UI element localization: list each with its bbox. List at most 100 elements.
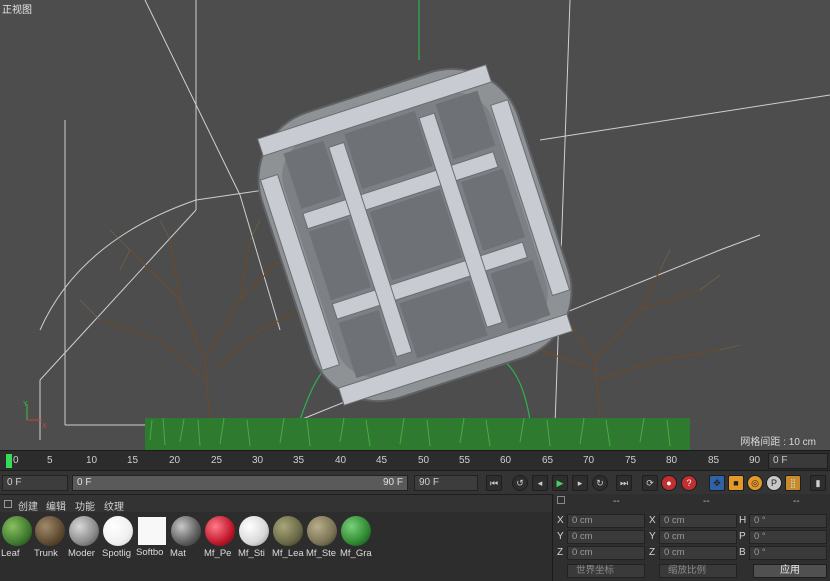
material-preview xyxy=(341,516,371,546)
first-frame-button[interactable]: ⏮ xyxy=(486,475,502,491)
material-item[interactable]: Mf_Sti xyxy=(238,516,270,559)
play-button[interactable]: ▶ xyxy=(552,475,568,491)
tick-label: 70 xyxy=(583,455,595,466)
prev-key-button[interactable]: ↺ xyxy=(512,475,528,491)
tick-label: 45 xyxy=(376,455,388,466)
tick-label: 40 xyxy=(335,455,347,466)
rot-b-label: B xyxy=(739,547,746,558)
material-item[interactable]: Softbo xyxy=(136,516,168,558)
material-item[interactable]: Mf_Lea xyxy=(272,516,304,559)
material-item[interactable]: Leaf xyxy=(1,516,33,559)
material-name: Mf_Gra xyxy=(340,548,372,559)
coords-header-position: -- xyxy=(613,496,620,507)
pos-x-label: X xyxy=(557,515,564,526)
panel-toggle-icon[interactable] xyxy=(4,500,12,508)
rot-p-field[interactable]: 0 ° xyxy=(749,530,827,544)
size-z-field[interactable]: 0 cm xyxy=(659,546,737,560)
material-list: Leaf Trunk Moder Spotlig Softbo Mat Mf_P… xyxy=(0,512,552,581)
next-key-button[interactable]: ↻ xyxy=(592,475,608,491)
grid-spacing-label: 网格间距 : 10 cm xyxy=(740,437,816,448)
pos-z-field[interactable]: 0 cm xyxy=(567,546,645,560)
playhead[interactable] xyxy=(6,454,12,468)
scale-mode-select[interactable]: 缩放比例 xyxy=(659,564,737,578)
axis-gizmo: Y X xyxy=(23,401,47,430)
material-item[interactable]: Mat xyxy=(170,516,202,559)
material-item[interactable]: Spotlig xyxy=(102,516,134,559)
next-frame-button[interactable]: ▸ xyxy=(572,475,588,491)
start-frame-field[interactable]: 0 F xyxy=(2,475,68,491)
material-item[interactable]: Mf_Gra xyxy=(340,516,372,559)
tick-label: 65 xyxy=(542,455,554,466)
tick-label: 35 xyxy=(293,455,305,466)
rot-h-field[interactable]: 0 ° xyxy=(749,514,827,528)
rot-p-label: P xyxy=(739,531,746,542)
menu-create[interactable]: 创建 xyxy=(18,498,38,513)
size-y-label: Y xyxy=(649,531,656,542)
rotate-tool-icon[interactable]: ◎ xyxy=(747,475,763,491)
tick-label: 0 xyxy=(13,455,19,466)
more-options-icon[interactable]: ▮ xyxy=(810,475,826,491)
size-x-field[interactable]: 0 cm xyxy=(659,514,737,528)
tick-label: 10 xyxy=(86,455,98,466)
material-item[interactable]: Mf_Ste xyxy=(306,516,338,559)
point-level-icon[interactable]: ⣿ xyxy=(785,475,801,491)
transport-bar: 0 F 0 F 90 F 90 F ⏮ ↺ ◂ ▶ ▸ ↻ ⏭ ⟳ ● ? ✥ … xyxy=(0,470,830,494)
tick-label: 25 xyxy=(211,455,223,466)
material-item[interactable]: Mf_Pe xyxy=(204,516,236,559)
tick-label: 85 xyxy=(708,455,720,466)
tick-label: 80 xyxy=(666,455,678,466)
menu-texture[interactable]: 纹理 xyxy=(104,498,124,513)
tick-label: 50 xyxy=(418,455,430,466)
material-name: Mf_Ste xyxy=(306,548,337,559)
timeline-ruler[interactable]: 0 5 10 15 20 25 30 35 40 45 50 55 60 65 … xyxy=(0,450,830,470)
coordinate-mode-select[interactable]: 世界坐标 xyxy=(567,564,645,578)
coords-toggle-icon[interactable] xyxy=(557,496,565,504)
record-button[interactable]: ● xyxy=(661,475,677,491)
material-item[interactable]: Moder xyxy=(68,516,100,559)
param-icon[interactable]: P xyxy=(766,475,782,491)
coordinates-panel: -- -- -- X 0 cm Y 0 cm Z 0 cm X 0 cm Y 0… xyxy=(552,494,830,581)
rot-b-field[interactable]: 0 ° xyxy=(749,546,827,560)
size-z-label: Z xyxy=(649,547,656,558)
tick-label: 75 xyxy=(625,455,637,466)
last-frame-button[interactable]: ⏭ xyxy=(616,475,632,491)
viewport-title[interactable]: 正视图 xyxy=(2,1,32,16)
loop-icon[interactable]: ⟳ xyxy=(642,475,658,491)
editor-viewport[interactable]: Y X 正视图 网格间距 : 10 cm xyxy=(0,0,830,450)
material-preview xyxy=(103,516,133,546)
size-y-field[interactable]: 0 cm xyxy=(659,530,737,544)
move-tool-icon[interactable]: ✥ xyxy=(709,475,725,491)
material-name: Leaf xyxy=(1,548,20,559)
material-name: Mat xyxy=(170,548,186,559)
tick-label: 90 xyxy=(749,455,761,466)
frame-range-slider[interactable]: 0 F 90 F xyxy=(72,475,408,491)
material-name: Softbo xyxy=(136,547,164,558)
material-name: Mf_Lea xyxy=(272,548,304,559)
tick-label: 60 xyxy=(500,455,512,466)
viewport-scene: Y X xyxy=(23,0,830,450)
pos-y-field[interactable]: 0 cm xyxy=(567,530,645,544)
material-preview xyxy=(239,516,269,546)
current-frame-field[interactable]: 0 F xyxy=(768,453,828,469)
menu-edit[interactable]: 编辑 xyxy=(46,498,66,513)
material-item[interactable]: Trunk xyxy=(34,516,66,559)
material-preview xyxy=(205,516,235,546)
slider-start-label: 0 F xyxy=(77,477,92,488)
prev-frame-button[interactable]: ◂ xyxy=(532,475,548,491)
apply-button[interactable]: 应用 xyxy=(753,564,827,578)
material-preview xyxy=(35,516,65,546)
menu-function[interactable]: 功能 xyxy=(75,498,95,513)
tick-label: 30 xyxy=(252,455,264,466)
material-manager-menu: 创建 编辑 功能 纹理 xyxy=(0,494,552,513)
material-preview xyxy=(2,516,32,546)
end-frame-field[interactable]: 90 F xyxy=(414,475,478,491)
material-preview xyxy=(171,516,201,546)
slider-end-label: 90 F xyxy=(382,477,403,488)
rot-h-label: H xyxy=(739,515,747,526)
tick-label: 15 xyxy=(127,455,139,466)
material-name: Mf_Pe xyxy=(204,548,232,559)
pos-x-field[interactable]: 0 cm xyxy=(567,514,645,528)
scale-tool-icon[interactable]: ■ xyxy=(728,475,744,491)
auto-key-button[interactable]: ? xyxy=(681,475,697,491)
svg-text:X: X xyxy=(42,423,47,430)
